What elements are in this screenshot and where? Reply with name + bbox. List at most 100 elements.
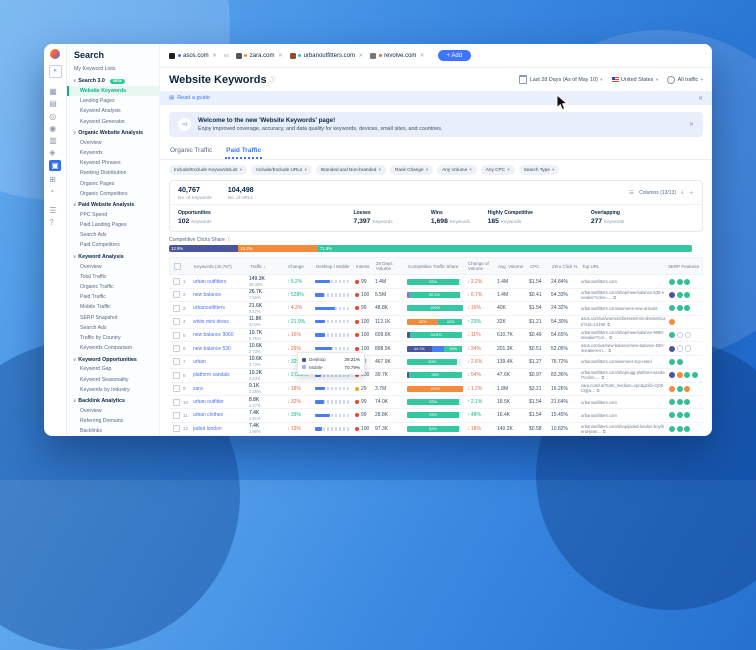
apps-icon[interactable]: ◈ [49,148,61,157]
top-url-link[interactable]: urbanoutfitters.com [581,400,669,405]
keyword-link[interactable]: white mini dress [193,319,249,325]
traffic-filter-selector[interactable]: All traffic▾ [667,76,703,84]
sidebar-item-keyword-analysis[interactable]: Keyword Analysis [67,106,159,116]
desktop-mobile-cell[interactable] [315,320,355,324]
pages-icon[interactable]: ▥ [49,136,61,145]
top-url-link[interactable]: zara.com/us/?utm_medium=cpc&gclid=Cj0KCQ… [581,383,669,394]
column-header[interactable]: Zero Click % [552,264,582,269]
row-checkbox[interactable] [173,425,180,432]
sidebar-item-keywords-comparison[interactable]: Keywords Comparison [67,343,159,353]
tab-paid-traffic[interactable]: Paid Traffic [225,144,262,160]
row-checkbox[interactable] [173,305,180,312]
keyword-link[interactable]: urban [193,359,249,365]
desktop-mobile-cell[interactable] [315,387,355,391]
sidebar-item-paid-landing-pages[interactable]: Paid Landing Pages [67,220,159,230]
row-checkbox[interactable] [173,278,180,285]
column-header[interactable]: Desktop / Mobile [316,264,356,269]
top-url-link[interactable]: urbanoutfitters.com/womens-new-arrivals [581,306,669,311]
sidebar-section-2[interactable]: ∨Paid Website Analysis [67,199,159,210]
sidebar-item-mobile-traffic[interactable]: Mobile Traffic [67,302,159,312]
desktop-mobile-cell[interactable] [315,427,355,431]
menu-icon[interactable]: ☰ [49,206,61,215]
help-icon[interactable]: ? [49,218,61,227]
sidebar-item-website-keywords[interactable]: Website Keywords [67,86,159,96]
filter-chip-any-volume[interactable]: Any Volume ▾ [437,165,477,175]
keyword-link[interactable]: jaded london [193,426,249,432]
desktop-mobile-cell[interactable] [315,307,355,311]
filter-chip-any-cpc[interactable]: Any CPC ▾ [481,165,515,175]
row-checkbox[interactable] [173,332,180,339]
column-header[interactable]: 28 Days Volume [376,261,408,271]
insights-icon[interactable]: ◉ [49,124,61,133]
row-checkbox[interactable] [173,318,180,325]
row-checkbox[interactable] [173,358,180,365]
modules-icon[interactable]: ▦ [49,87,61,96]
download-icon[interactable]: ⤓ [681,189,683,196]
sidebar-item-keyword-seasonality[interactable]: Keyword Seasonality [67,374,159,384]
read-guide-link[interactable]: Read a guide [177,95,210,101]
desktop-mobile-cell[interactable] [315,400,355,404]
row-checkbox[interactable] [173,345,180,352]
sidebar-section-4[interactable]: ∨Keyword Opportunities [67,353,159,364]
header-checkbox[interactable] [174,263,181,270]
date-range-selector[interactable]: Last 28 Days (As of May 10)▾ [519,75,602,84]
columns-selector[interactable]: Columns (13/13) [639,190,676,196]
remove-site-icon[interactable]: ✕ [358,53,363,59]
sidebar-item-overview[interactable]: Overview [67,138,159,148]
sidebar-item-organic-pages[interactable]: Organic Pages [67,178,159,188]
top-url-link[interactable]: urbanoutfitters.com/shop/new-balance-906… [581,330,669,341]
top-url-link[interactable]: urbanoutfitters.com/womens-top-rated [581,359,669,364]
site-tab-zara.com[interactable]: zara.com✕ [236,53,283,59]
sidebar-item-referring-domains[interactable]: Referring Domains [67,416,159,426]
column-header[interactable]: SERP Features [668,264,702,269]
sidebar-item-keyword-phrases[interactable]: Keyword Phrases [67,158,159,168]
close-icon[interactable]: ✕ [698,95,703,102]
sidebar-item-keywords-by-industry[interactable]: Keywords by Industry [67,385,159,395]
reports-icon[interactable]: ▤ [49,99,61,108]
tab-organic-traffic[interactable]: Organic Traffic [169,144,213,160]
usage-icon[interactable]: ◔ [49,187,61,196]
filter-chip-rank-change[interactable]: Rank Change ▾ [390,165,433,175]
sidebar-item-serp-snapshot[interactable]: SERP Snapshot [67,313,159,323]
sidebar-item-keyword-generator[interactable]: Keyword Generator [67,117,159,127]
country-selector[interactable]: United States▾ [612,77,659,83]
remove-site-icon[interactable]: ✕ [420,53,425,59]
sidebar-item-ppc-spend[interactable]: PPC Spend [67,210,159,220]
row-checkbox[interactable] [173,385,180,392]
sidebar-item-keyword-gap[interactable]: Keyword Gap [67,364,159,374]
filter-chip-include-exclude-keywords-list[interactable]: Include/Exclude Keywords/List ▾ [169,165,247,175]
sidebar-item-organic-competitors[interactable]: Organic Competitors [67,189,159,199]
top-url-link[interactable]: asos.com/us/women/dresses/mini-dresses/c… [581,316,669,327]
row-checkbox[interactable] [173,291,180,298]
desktop-mobile-cell[interactable] [315,333,355,337]
keyword-link[interactable]: urban outfitter [193,399,249,405]
search-module-icon[interactable]: ▣ [49,160,61,171]
remove-site-icon[interactable]: ✕ [278,53,283,59]
collapse-sidebar-button[interactable]: « [49,65,62,78]
sidebar-section-0[interactable]: ∨Search 3.0NEW [67,75,159,86]
site-tab-urbanoutfitters.com[interactable]: urbanoutfitters.com✕ [290,53,363,59]
keyword-link[interactable]: new balance 9060 [193,332,249,338]
column-header[interactable]: Avg. Volume [498,264,530,269]
top-url-link[interactable]: urbanoutfitters.com [581,413,669,418]
sidebar-item-paid-competitors[interactable]: Paid Competitors [67,240,159,250]
top-url-link[interactable]: urbanoutfitters.com/shop/new-balance-530… [581,290,669,301]
top-url-link[interactable]: urbanoutfitters.com/shop/ugg-platform-sa… [581,370,669,381]
row-checkbox[interactable] [173,399,180,406]
desktop-mobile-cell[interactable] [315,347,355,351]
desktop-mobile-cell[interactable] [315,280,355,284]
keyword-link[interactable]: platform sandals [193,372,249,378]
sidebar-item-landing-pages[interactable]: Landing Pages [67,96,159,106]
keyword-link[interactable]: new balance 530 [193,346,249,352]
filter-chip-branded-and-non-branded[interactable]: Branded and Non-branded ▾ [316,165,386,175]
sidebar-item-search-ads[interactable]: Search Ads [67,230,159,240]
column-header[interactable]: Traffic ↓ [250,264,288,269]
sidebar-item-paid-traffic[interactable]: Paid Traffic [67,292,159,302]
column-header[interactable]: CPC [530,264,552,269]
column-header[interactable]: Change of Volume [468,261,498,271]
sidebar-item-traffic-by-country[interactable]: Traffic by Country [67,333,159,343]
column-header[interactable]: Change [288,264,316,269]
column-header[interactable]: Competitive Traffic Share [408,264,468,269]
sidebar-section-3[interactable]: ∨Keyword Analysis [67,251,159,262]
keyword-link[interactable]: urban outfitters [193,279,249,285]
